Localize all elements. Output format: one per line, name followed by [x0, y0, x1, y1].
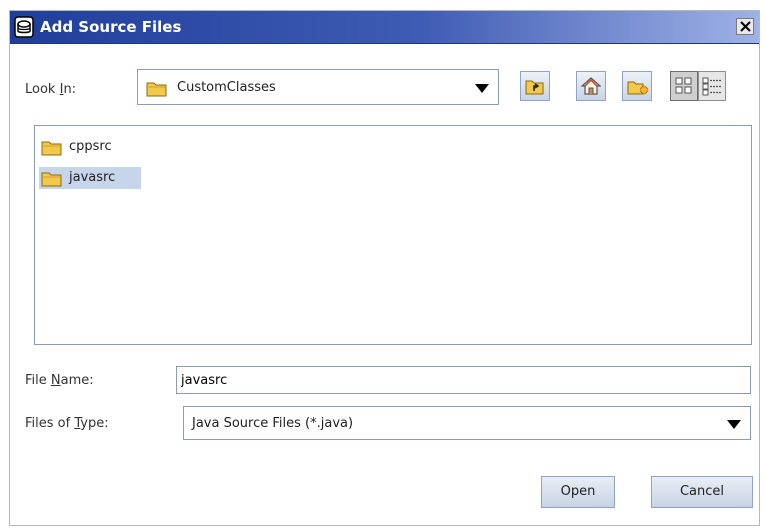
- files-of-type-label-prefix: Files of: [25, 416, 75, 431]
- list-item-javasrc[interactable]: javasrc: [39, 167, 141, 189]
- look-in-label-prefix: Look: [25, 82, 60, 97]
- details-view-button[interactable]: [698, 71, 726, 101]
- look-in-value: CustomClasses: [177, 80, 276, 95]
- file-name-label: File Name:: [25, 373, 94, 389]
- cancel-button[interactable]: Cancel: [651, 476, 753, 508]
- close-button[interactable]: [736, 18, 754, 35]
- look-in-combo[interactable]: CustomClasses: [137, 69, 499, 105]
- open-button[interactable]: Open: [541, 476, 615, 508]
- file-name-label-suffix: ame:: [60, 373, 94, 388]
- add-source-files-dialog: Add Source Files Look In: CustomClasses: [9, 10, 760, 526]
- file-name-label-prefix: File: [25, 373, 51, 388]
- files-of-type-value: Java Source Files (*.java): [192, 416, 354, 431]
- list-view-icon: [675, 77, 692, 94]
- up-one-level-icon: [525, 80, 544, 95]
- title-bar[interactable]: Add Source Files: [10, 11, 759, 44]
- list-item-cppsrc[interactable]: cppsrc: [39, 136, 139, 158]
- files-of-type-label-suffix: ype:: [80, 416, 109, 431]
- home-icon: [581, 77, 601, 95]
- up-one-level-button[interactable]: [520, 71, 550, 101]
- look-in-label-suffix: n:: [63, 82, 77, 97]
- close-icon: [740, 21, 751, 32]
- list-view-button[interactable]: [670, 71, 698, 101]
- folder-icon: [41, 141, 62, 156]
- home-button[interactable]: [576, 71, 606, 101]
- details-view-icon: [702, 77, 721, 96]
- new-folder-icon: [627, 81, 649, 95]
- window-title: Add Source Files: [40, 18, 182, 36]
- look-in-label: Look In:: [25, 82, 76, 98]
- folder-icon: [146, 82, 167, 97]
- file-name-text: cppsrc: [69, 139, 112, 154]
- file-name-input[interactable]: [176, 366, 751, 394]
- file-name-label-mnemonic: N: [50, 373, 61, 388]
- folder-icon: [41, 172, 62, 187]
- new-folder-button[interactable]: [622, 71, 652, 101]
- file-name-text: javasrc: [69, 170, 116, 185]
- files-of-type-label: Files of Type:: [25, 416, 109, 432]
- files-of-type-combo[interactable]: Java Source Files (*.java): [183, 406, 751, 440]
- file-list[interactable]: cppsrc javasrc: [34, 125, 752, 345]
- chevron-down-icon[interactable]: [475, 84, 489, 93]
- chevron-down-icon[interactable]: [727, 420, 741, 429]
- app-icon: [14, 16, 34, 38]
